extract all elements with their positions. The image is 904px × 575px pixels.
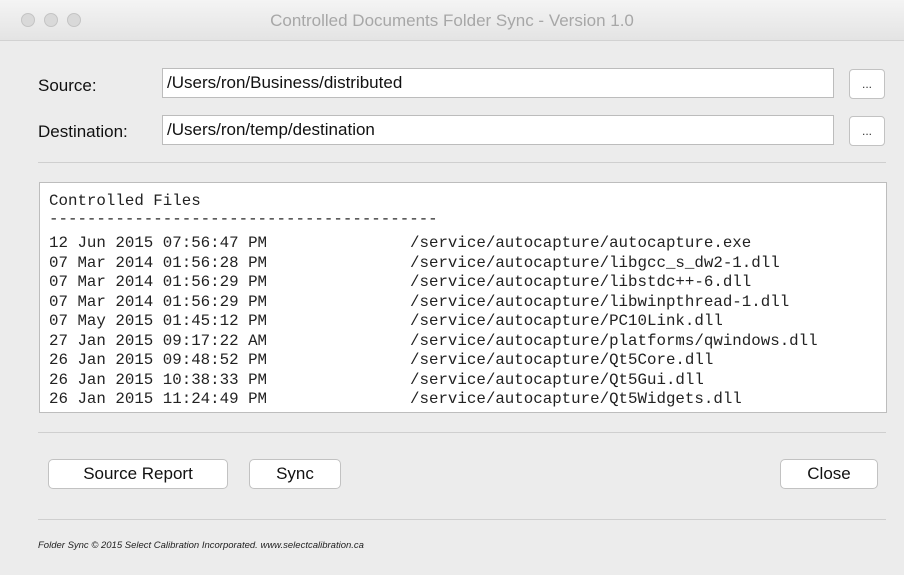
source-browse-button[interactable]: ... — [849, 69, 885, 99]
file-path: /service/autocapture/Qt5Widgets.dll — [410, 390, 742, 408]
source-path-input[interactable] — [162, 68, 834, 98]
file-path: /service/autocapture/Qt5Gui.dll — [410, 370, 704, 389]
destination-label: Destination: — [38, 122, 128, 141]
file-date: 26 Jan 2015 09:48:52 PM — [49, 351, 268, 369]
file-path: /service/autocapture/autocapture.exe — [410, 234, 752, 252]
file-path: /service/autocapture/libgcc_s_dw2-1.dll — [410, 253, 780, 272]
source-report-button[interactable]: Source Report — [48, 459, 228, 489]
middle-separator — [38, 432, 886, 433]
top-separator — [38, 162, 886, 163]
file-date: 27 Jan 2015 09:17:22 AM — [49, 331, 268, 350]
file-date: 07 Mar 2014 01:56:29 PM — [49, 273, 268, 291]
file-date: 07 May 2015 01:45:12 PM — [49, 312, 268, 330]
close-button[interactable]: Close — [780, 459, 878, 489]
sync-button[interactable]: Sync — [249, 459, 341, 489]
copyright-footer: Folder Sync © 2015 Select Calibration In… — [38, 540, 364, 551]
file-date: 12 Jun 2015 07:56:47 PM — [49, 234, 268, 252]
controlled-files-list[interactable]: Controlled Files -----------------------… — [39, 182, 887, 413]
list-header: Controlled Files — [49, 192, 201, 210]
file-date: 26 Jan 2015 11:24:49 PM — [49, 390, 268, 408]
destination-browse-button[interactable]: ... — [849, 116, 885, 146]
file-path: /service/autocapture/platforms/qwindows.… — [410, 331, 818, 350]
file-path: /service/autocapture/Qt5Core.dll — [410, 351, 714, 369]
file-path: /service/autocapture/libstdc++-6.dll — [410, 273, 752, 291]
bottom-separator — [38, 519, 886, 520]
file-date: 07 Mar 2014 01:56:28 PM — [49, 253, 268, 272]
source-label: Source: — [38, 76, 97, 95]
destination-path-input[interactable] — [162, 115, 834, 145]
file-date: 07 Mar 2014 01:56:29 PM — [49, 292, 268, 311]
list-header-rule: ----------------------------------------… — [49, 210, 438, 228]
file-date: 26 Jan 2015 10:38:33 PM — [49, 370, 268, 389]
title-bar: Controlled Documents Folder Sync - Versi… — [0, 0, 904, 41]
window-title: Controlled Documents Folder Sync - Versi… — [270, 11, 634, 30]
file-path: /service/autocapture/PC10Link.dll — [410, 312, 723, 330]
file-path: /service/autocapture/libwinpthread-1.dll — [410, 292, 790, 311]
